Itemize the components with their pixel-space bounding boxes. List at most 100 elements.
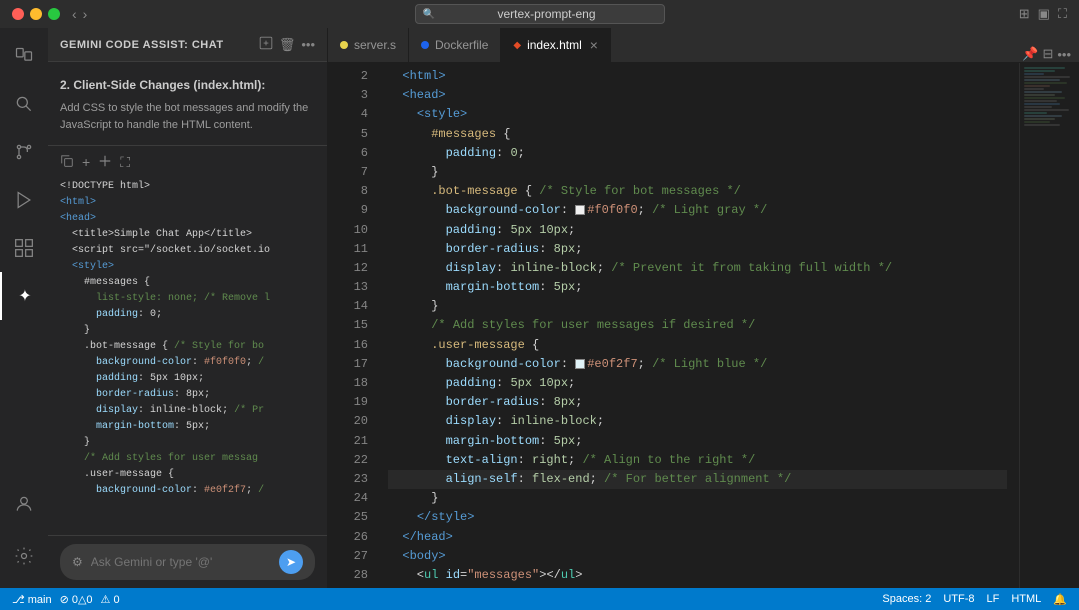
fullscreen-icon[interactable]: ⛶ <box>1058 6 1067 22</box>
encoding-indicator[interactable]: UTF-8 <box>943 593 974 606</box>
tab-bar-right: 📌 ⊟ ••• <box>1014 46 1079 62</box>
traffic-lights <box>12 8 60 20</box>
search-icon: 🔍 <box>423 9 435 20</box>
git-branch[interactable]: ⎇ main <box>12 593 52 606</box>
code-line-27: } <box>388 489 1007 508</box>
activity-git[interactable] <box>0 128 48 176</box>
activity-run[interactable] <box>0 176 48 224</box>
title-bar-center: 🔍 vertex-prompt-eng <box>415 4 665 24</box>
insert-code-icon[interactable] <box>98 154 112 171</box>
nav-back-button[interactable]: ‹ <box>72 6 77 22</box>
tab-label-html: index.html <box>527 38 582 52</box>
code-line-14: border-radius: 8px; <box>388 240 1007 259</box>
sidebar-header: GEMINI CODE ASSIST: CHAT 🗑 ••• <box>48 28 327 62</box>
language-indicator[interactable]: HTML <box>1011 593 1041 606</box>
notification-icon[interactable]: 🔔 <box>1053 593 1067 606</box>
code-line-4: <style> <box>388 105 1007 124</box>
expand-code-icon[interactable]: ⛶ <box>120 154 130 171</box>
activity-settings[interactable] <box>0 532 48 580</box>
code-line-2: <html> <box>388 67 1007 86</box>
search-bar[interactable]: vertex-prompt-eng <box>415 4 665 24</box>
code-preview-section: + ⛶ <!DOCTYPE html> <html> <head> <title… <box>48 146 327 507</box>
line-numbers: 2 3 4 5 6 7 8 9 10 11 12 13 14 15 16 17 … <box>328 63 376 588</box>
code-line-12: background-color: #f0f0f0; /* Light gray… <box>388 201 1007 220</box>
chat-input[interactable] <box>91 555 271 569</box>
tab-dockerfile[interactable]: Dockerfile <box>409 28 501 62</box>
tab-dot-docker <box>421 41 429 49</box>
tab-bar: server.s Dockerfile ◆ index.html × 📌 ⊟ •… <box>328 28 1079 63</box>
line-ending-indicator[interactable]: LF <box>987 593 1000 606</box>
warnings-count[interactable]: ⚠ 0 <box>101 593 120 606</box>
sidebar: GEMINI CODE ASSIST: CHAT 🗑 ••• 2. Client… <box>48 28 328 588</box>
tab-close-html[interactable]: × <box>590 37 598 53</box>
more-editor-icon[interactable]: ••• <box>1057 47 1071 62</box>
editor-content: 2 3 4 5 6 7 8 9 10 11 12 13 14 15 16 17 … <box>328 63 1079 588</box>
main-layout: ✦ GEMINI CODE ASSIST: CHAT 🗑 ••• <box>0 28 1079 588</box>
tab-label-docker: Dockerfile <box>435 38 488 52</box>
code-line-31: <body> <box>388 547 1007 566</box>
code-line-20: background-color: #e0f2f7; /* Light blue… <box>388 355 1007 374</box>
code-line-30: </head> <box>388 528 1007 547</box>
chat-input-area: ⚙ ➤ <box>48 535 327 588</box>
code-line-32: <ul id="messages"></ul> <box>388 566 1007 585</box>
code-line-25: text-align: right; /* Align to the right… <box>388 451 1007 470</box>
more-options-icon[interactable]: ••• <box>301 37 315 52</box>
chat-at-icon: ⚙ <box>72 555 83 569</box>
ai-section-desc: Add CSS to style the bot messages and mo… <box>60 100 315 133</box>
sidebar-content: 2. Client-Side Changes (index.html): Add… <box>48 62 327 535</box>
code-line-19: .user-message { <box>388 336 1007 355</box>
new-chat-icon[interactable] <box>259 36 273 53</box>
title-bar: ‹ › 🔍 vertex-prompt-eng ⊞ ▣ ⛶ <box>0 0 1079 28</box>
code-line-8: padding: 0; <box>388 144 1007 163</box>
code-line-6: #messages { <box>388 125 1007 144</box>
code-line-17: } <box>388 297 1007 316</box>
tab-index-html[interactable]: ◆ index.html × <box>501 28 611 62</box>
code-line-16: margin-bottom: 5px; <box>388 278 1007 297</box>
code-line-21: padding: 5px 10px; <box>388 374 1007 393</box>
title-bar-right: ⊞ ▣ ⛶ <box>1019 6 1067 22</box>
close-button[interactable] <box>12 8 24 20</box>
editor-area: server.s Dockerfile ◆ index.html × 📌 ⊟ •… <box>328 28 1079 588</box>
minimize-button[interactable] <box>30 8 42 20</box>
layout-icon[interactable]: ⊞ <box>1019 6 1030 22</box>
status-bar: ⎇ main ⊘ 0△0 ⚠ 0 Spaces: 2 UTF-8 LF HTML… <box>0 588 1079 610</box>
delete-chat-icon[interactable]: 🗑 <box>279 37 296 53</box>
sidebar-header-icons: 🗑 ••• <box>259 36 315 53</box>
activity-bar: ✦ <box>0 28 48 588</box>
errors-count[interactable]: ⊘ 0△0 <box>60 593 93 606</box>
code-line-26: align-self: flex-end; /* For better alig… <box>388 470 1007 489</box>
code-line-23: display: inline-block; <box>388 412 1007 431</box>
tab-server-js[interactable]: server.s <box>328 28 409 62</box>
code-line-18: /* Add styles for user messages if desir… <box>388 316 1007 335</box>
copy-code-icon[interactable] <box>60 154 74 171</box>
tab-dot-html: ◆ <box>513 40 521 51</box>
code-preview: <!DOCTYPE html> <html> <head> <title>Sim… <box>60 179 315 499</box>
activity-search[interactable] <box>0 80 48 128</box>
chat-send-button[interactable]: ➤ <box>279 550 303 574</box>
tab-dot-js <box>340 41 348 49</box>
activity-explorer[interactable] <box>0 32 48 80</box>
split-editor-icon[interactable]: ⊟ <box>1042 46 1053 62</box>
ai-section-title: 2. Client-Side Changes (index.html): <box>60 78 315 92</box>
split-icon[interactable]: ▣ <box>1038 6 1050 22</box>
pin-icon[interactable]: 📌 <box>1022 46 1038 62</box>
code-line-13: padding: 5px 10px; <box>388 221 1007 240</box>
maximize-button[interactable] <box>48 8 60 20</box>
code-line-29: </style> <box>388 508 1007 527</box>
tab-label-server: server.s <box>354 38 396 52</box>
code-line-11: .bot-message { /* Style for bot messages… <box>388 182 1007 201</box>
code-line-15: display: inline-block; /* Prevent it fro… <box>388 259 1007 278</box>
ai-section: 2. Client-Side Changes (index.html): Add… <box>48 70 327 146</box>
spaces-indicator[interactable]: Spaces: 2 <box>882 593 931 606</box>
activity-gemini[interactable]: ✦ <box>0 272 48 320</box>
add-code-icon[interactable]: + <box>82 154 90 171</box>
nav-forward-button[interactable]: › <box>83 6 88 22</box>
activity-account[interactable] <box>0 480 48 528</box>
chat-input-wrapper: ⚙ ➤ <box>60 544 315 580</box>
editor-code[interactable]: <html> <head> <style> #messages { paddin… <box>376 63 1019 588</box>
search-bar-wrapper[interactable]: 🔍 vertex-prompt-eng <box>415 4 665 24</box>
code-line-22: border-radius: 8px; <box>388 393 1007 412</box>
code-actions: + ⛶ <box>60 154 315 171</box>
activity-extensions[interactable] <box>0 224 48 272</box>
sidebar-title: GEMINI CODE ASSIST: CHAT <box>60 39 224 51</box>
